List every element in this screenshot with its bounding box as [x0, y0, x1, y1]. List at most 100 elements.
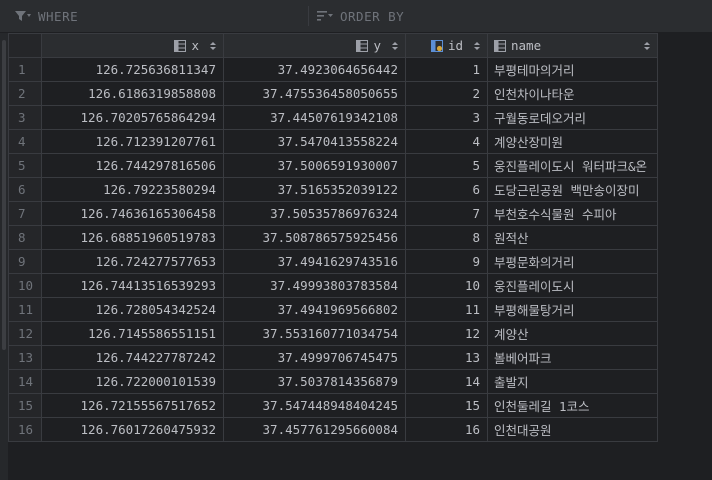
cell-x[interactable]: 126.7145586551151 — [41, 321, 224, 346]
table-row[interactable]: 1 126.725636811347 37.4923064656442 1 부평테마의거… — [8, 57, 658, 82]
cell-y[interactable]: 37.5006591930007 — [223, 153, 406, 178]
sort-arrows-icon[interactable] — [643, 41, 651, 51]
cell-id[interactable]: 3 — [405, 105, 488, 130]
cell-x[interactable]: 126.74413516539293 — [41, 273, 224, 298]
cell-y[interactable]: 37.475536458050655 — [223, 81, 406, 106]
cell-id[interactable]: 14 — [405, 369, 488, 394]
cell-id[interactable]: 8 — [405, 225, 488, 250]
table-row[interactable]: 3 126.70205765864294 37.44507619342108 3 구월동… — [8, 105, 658, 130]
table-row[interactable]: 11 126.728054342524 37.4941969566802 11 부평해물… — [8, 297, 658, 322]
table-row[interactable]: 13 126.744227787242 37.4999706745475 13 볼베어파… — [8, 345, 658, 370]
table-row[interactable]: 12 126.7145586551151 37.553160771034754 12 계… — [8, 321, 658, 346]
cell-id[interactable]: 9 — [405, 249, 488, 274]
cell-name[interactable]: 인천차이나타운 — [487, 81, 658, 106]
cell-x[interactable]: 126.74636165306458 — [41, 201, 224, 226]
cell-name[interactable]: 구월동로데오거리 — [487, 105, 658, 130]
table-row[interactable]: 2 126.6186319858808 37.475536458050655 2 인천차… — [8, 81, 658, 106]
column-header-x[interactable]: x — [41, 33, 224, 58]
table-row[interactable]: 16 126.76017260475932 37.457761295660084 16… — [8, 417, 658, 442]
cell-y[interactable]: 37.5037814356879 — [223, 369, 406, 394]
cell-x[interactable]: 126.6186319858808 — [41, 81, 224, 106]
cell-y[interactable]: 37.457761295660084 — [223, 417, 406, 442]
cell-id[interactable]: 15 — [405, 393, 488, 418]
row-number: 3 — [8, 105, 42, 130]
table-row[interactable]: 10 126.74413516539293 37.49993803783584 10 웅… — [8, 273, 658, 298]
table-row[interactable]: 5 126.744297816506 37.5006591930007 5 웅진플레이도… — [8, 153, 658, 178]
column-header-y[interactable]: y — [223, 33, 406, 58]
cell-name[interactable]: 도당근린공원 백만송이장미 — [487, 177, 658, 202]
cell-x[interactable]: 126.79223580294 — [41, 177, 224, 202]
cell-x[interactable]: 126.68851960519783 — [41, 225, 224, 250]
cell-id[interactable]: 5 — [405, 153, 488, 178]
cell-name[interactable]: 원적산 — [487, 225, 658, 250]
column-icon — [494, 39, 506, 52]
column-header-name[interactable]: name — [487, 33, 658, 58]
cell-id[interactable]: 6 — [405, 177, 488, 202]
cell-x[interactable]: 126.70205765864294 — [41, 105, 224, 130]
row-number: 13 — [8, 345, 42, 370]
cell-name[interactable]: 인천둘레길 1코스 — [487, 393, 658, 418]
cell-x[interactable]: 126.744227787242 — [41, 345, 224, 370]
cell-y[interactable]: 37.4941969566802 — [223, 297, 406, 322]
cell-x[interactable]: 126.722000101539 — [41, 369, 224, 394]
cell-y[interactable]: 37.49993803783584 — [223, 273, 406, 298]
cell-id[interactable]: 13 — [405, 345, 488, 370]
cell-name[interactable]: 볼베어파크 — [487, 345, 658, 370]
cell-name[interactable]: 부평테마의거리 — [487, 57, 658, 82]
table-row[interactable]: 7 126.74636165306458 37.50535786976324 7 부천호… — [8, 201, 658, 226]
cell-name[interactable]: 부평문화의거리 — [487, 249, 658, 274]
column-header-id[interactable]: id — [405, 33, 488, 58]
table-row[interactable]: 14 126.722000101539 37.5037814356879 14 출발지 — [8, 369, 658, 394]
table-row[interactable]: 8 126.68851960519783 37.508786575925456 8 원적… — [8, 225, 658, 250]
cell-name[interactable]: 웅진플레이도시 — [487, 273, 658, 298]
cell-x[interactable]: 126.712391207761 — [41, 129, 224, 154]
cell-id[interactable]: 16 — [405, 417, 488, 442]
cell-y[interactable]: 37.553160771034754 — [223, 321, 406, 346]
row-number: 4 — [8, 129, 42, 154]
cell-x[interactable]: 126.72155567517652 — [41, 393, 224, 418]
cell-y[interactable]: 37.5470413558224 — [223, 129, 406, 154]
cell-id[interactable]: 10 — [405, 273, 488, 298]
column-label-id: id — [447, 38, 463, 53]
table-row[interactable]: 6 126.79223580294 37.5165352039122 6 도당근린공원 … — [8, 177, 658, 202]
row-number: 10 — [8, 273, 42, 298]
cell-y[interactable]: 37.508786575925456 — [223, 225, 406, 250]
cell-y[interactable]: 37.5165352039122 — [223, 177, 406, 202]
cell-x[interactable]: 126.725636811347 — [41, 57, 224, 82]
cell-id[interactable]: 4 — [405, 129, 488, 154]
row-number: 11 — [8, 297, 42, 322]
cell-name[interactable]: 웅진플레이도시 워터파크&온 — [487, 153, 658, 178]
cell-y[interactable]: 37.4941629743516 — [223, 249, 406, 274]
cell-x[interactable]: 126.724277577653 — [41, 249, 224, 274]
cell-x[interactable]: 126.76017260475932 — [41, 417, 224, 442]
cell-name[interactable]: 계양산장미원 — [487, 129, 658, 154]
scrollbar-thumb[interactable] — [2, 40, 6, 350]
cell-id[interactable]: 2 — [405, 81, 488, 106]
table-row[interactable]: 15 126.72155567517652 37.547448948404245 15… — [8, 393, 658, 418]
sort-arrows-icon[interactable] — [473, 41, 481, 51]
cell-x[interactable]: 126.728054342524 — [41, 297, 224, 322]
cell-id[interactable]: 7 — [405, 201, 488, 226]
where-filter[interactable]: WHERE — [14, 0, 78, 32]
cell-id[interactable]: 12 — [405, 321, 488, 346]
cell-y[interactable]: 37.4999706745475 — [223, 345, 406, 370]
cell-id[interactable]: 11 — [405, 297, 488, 322]
cell-y[interactable]: 37.44507619342108 — [223, 105, 406, 130]
cell-name[interactable]: 부평해물탕거리 — [487, 297, 658, 322]
cell-y[interactable]: 37.547448948404245 — [223, 393, 406, 418]
cell-x[interactable]: 126.744297816506 — [41, 153, 224, 178]
cell-id[interactable]: 1 — [405, 57, 488, 82]
cell-name[interactable]: 인천대공원 — [487, 417, 658, 442]
order-by-filter[interactable]: ORDER BY — [316, 0, 404, 32]
cell-y[interactable]: 37.50535786976324 — [223, 201, 406, 226]
table-row[interactable]: 4 126.712391207761 37.5470413558224 4 계양산장미원 — [8, 129, 658, 154]
row-number: 8 — [8, 225, 42, 250]
row-number: 14 — [8, 369, 42, 394]
cell-name[interactable]: 출발지 — [487, 369, 658, 394]
sort-arrows-icon[interactable] — [209, 41, 217, 51]
table-row[interactable]: 9 126.724277577653 37.4941629743516 9 부평문화의거… — [8, 249, 658, 274]
cell-y[interactable]: 37.4923064656442 — [223, 57, 406, 82]
cell-name[interactable]: 부천호수식물원 수피아 — [487, 201, 658, 226]
sort-arrows-icon[interactable] — [391, 41, 399, 51]
cell-name[interactable]: 계양산 — [487, 321, 658, 346]
